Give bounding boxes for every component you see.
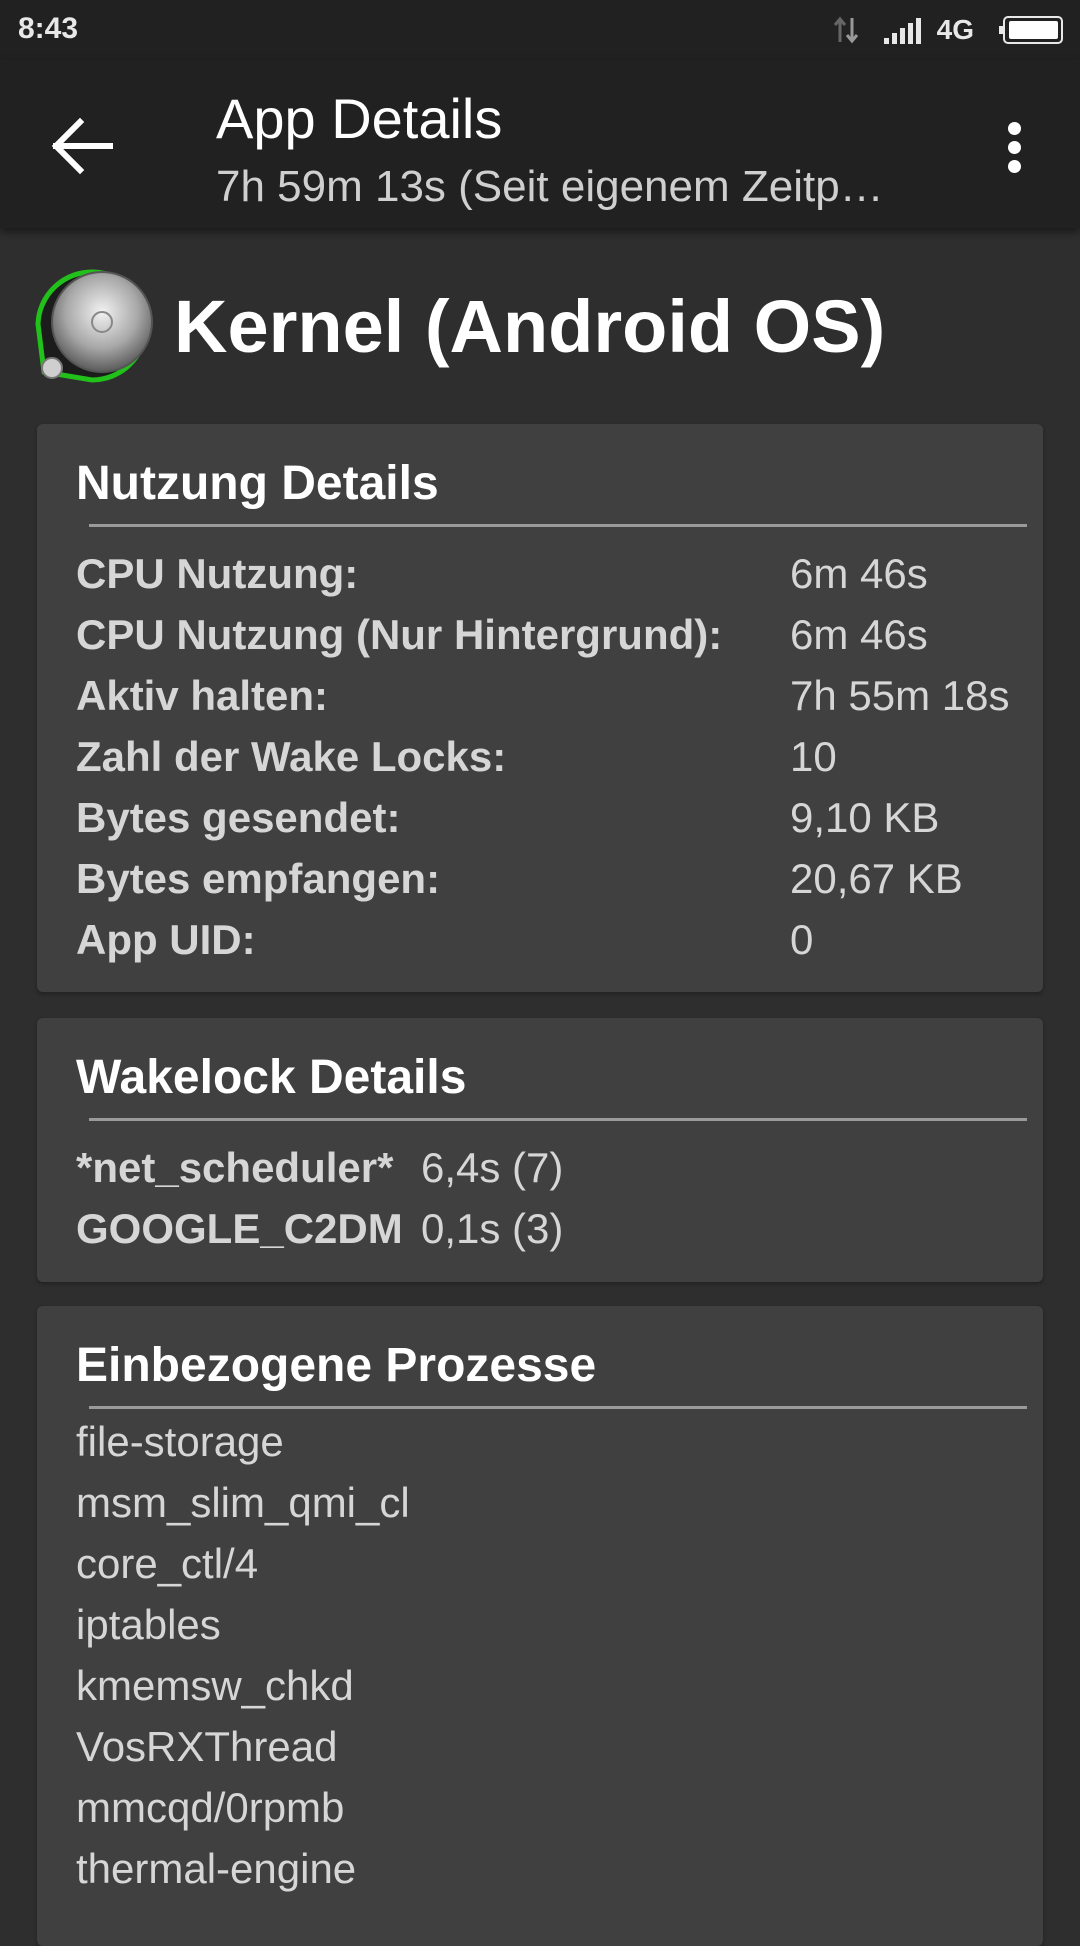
app-bar: App Details 7h 59m 13s (Seit eigenem Zei… xyxy=(0,60,1080,228)
status-icons: 4G xyxy=(804,12,1064,48)
usage-row: Aktiv halten: 7h 55m 18s xyxy=(76,672,1016,732)
usage-value: 9,10 KB xyxy=(790,794,940,841)
data-arrows-icon xyxy=(833,16,859,44)
usage-label: CPU Nutzung (Nur Hintergrund): xyxy=(76,611,723,658)
wakelock-row: *net_scheduler* 6,4s (7) xyxy=(76,1144,1016,1204)
process-item: msm_slim_qmi_cl xyxy=(76,1479,410,1526)
usage-row: App UID: 0 xyxy=(76,916,1016,976)
process-item: thermal-engine xyxy=(76,1845,357,1892)
usage-label: App UID: xyxy=(76,916,256,963)
usage-row: Zahl der Wake Locks: 10 xyxy=(76,733,1016,793)
android-os-icon xyxy=(35,269,153,383)
process-item: core_ctl/4 xyxy=(76,1540,259,1587)
usage-value: 6m 46s xyxy=(790,611,928,658)
usage-value: 10 xyxy=(790,733,837,780)
status-time: 8:43 xyxy=(18,12,79,45)
more-vert-icon[interactable] xyxy=(996,116,1032,180)
process-item: mmcqd/0rpmb xyxy=(76,1784,345,1831)
signal-icon xyxy=(884,18,921,44)
network-type: 4G xyxy=(936,14,974,45)
wakelock-name: GOOGLE_C2DM xyxy=(76,1205,403,1252)
usage-value: 0 xyxy=(790,916,814,963)
process-item: VosRXThread xyxy=(76,1723,338,1770)
usage-label: Zahl der Wake Locks: xyxy=(76,733,507,780)
usage-label: Aktiv halten: xyxy=(76,672,329,719)
usage-value: 20,67 KB xyxy=(790,855,963,902)
app-name: Kernel (Android OS) xyxy=(174,285,886,368)
page-subtitle: 7h 59m 13s (Seit eigenem Zeitp… xyxy=(216,162,884,211)
wakelock-value: 0,1s (3) xyxy=(421,1205,564,1252)
process-item: kmemsw_chkd xyxy=(76,1662,354,1709)
battery-icon xyxy=(999,16,1063,44)
wakelock-details-card: Wakelock Details *net_scheduler* 6,4s (7… xyxy=(37,1018,1043,1282)
wakelock-name: *net_scheduler* xyxy=(76,1144,394,1191)
page-title: App Details xyxy=(216,87,503,150)
wakelock-row: GOOGLE_C2DM 0,1s (3) xyxy=(76,1205,1016,1265)
usage-row: Bytes empfangen: 20,67 KB xyxy=(76,855,1016,915)
process-item: file-storage xyxy=(76,1418,284,1465)
usage-row: Bytes gesendet: 9,10 KB xyxy=(76,794,1016,854)
processes-card: Einbezogene Prozesse file-storage msm_sl… xyxy=(37,1306,1043,1946)
wakelock-value: 6,4s (7) xyxy=(421,1144,564,1191)
usage-row: CPU Nutzung (Nur Hintergrund): 6m 46s xyxy=(76,611,1016,671)
wakelock-details-title: Wakelock Details xyxy=(76,1051,467,1104)
usage-label: Bytes empfangen: xyxy=(76,855,441,902)
usage-label: Bytes gesendet: xyxy=(76,794,401,841)
divider xyxy=(89,1406,1027,1409)
divider xyxy=(89,1118,1027,1121)
processes-title: Einbezogene Prozesse xyxy=(76,1339,597,1392)
usage-row: CPU Nutzung: 6m 46s xyxy=(76,550,1016,610)
usage-details-title: Nutzung Details xyxy=(76,457,439,510)
arrow-back-icon[interactable] xyxy=(50,116,116,176)
usage-details-card: Nutzung Details CPU Nutzung: 6m 46s CPU … xyxy=(37,424,1043,992)
status-bar: 8:43 4G xyxy=(0,0,1080,60)
process-item: iptables xyxy=(76,1601,221,1648)
usage-value: 6m 46s xyxy=(790,550,928,597)
usage-label: CPU Nutzung: xyxy=(76,550,359,597)
divider xyxy=(89,524,1027,527)
usage-value: 7h 55m 18s xyxy=(790,672,1010,719)
